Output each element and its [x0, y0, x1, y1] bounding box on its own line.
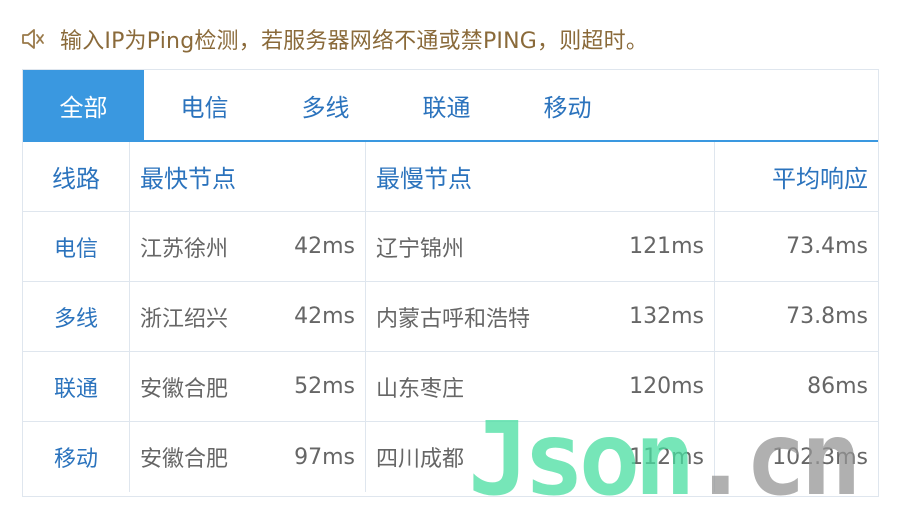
- line-name[interactable]: 联通: [23, 352, 130, 421]
- fastest-cell: 安徽合肥 52ms: [130, 352, 366, 421]
- fastest-node: 安徽合肥: [140, 376, 229, 402]
- fastest-ms: 52ms: [294, 374, 355, 399]
- table-row: 多线 浙江绍兴 42ms 内蒙古呼和浩特 132ms 73.8ms: [23, 282, 878, 352]
- line-name[interactable]: 移动: [23, 422, 130, 492]
- average-ms: 102.3ms: [772, 444, 868, 470]
- fastest-cell: 浙江绍兴 42ms: [130, 282, 366, 351]
- table-header: 线路 最快节点 最慢节点 平均响应: [23, 142, 878, 212]
- tab-telecom[interactable]: 电信: [144, 70, 265, 140]
- slowest-ms: 132ms: [629, 304, 704, 329]
- speaker-icon: [22, 29, 44, 49]
- tab-multiline[interactable]: 多线: [265, 70, 386, 140]
- fastest-ms: 42ms: [294, 234, 355, 259]
- line-tabs: 全部 电信 多线 联通 移动: [23, 70, 878, 142]
- average-ms: 86ms: [807, 374, 868, 399]
- slowest-ms: 121ms: [629, 234, 704, 259]
- fastest-node: 安徽合肥: [140, 447, 229, 472]
- average-ms: 73.4ms: [786, 234, 868, 259]
- ping-table: 线路 最快节点 最慢节点 平均响应 电信 江苏徐州 42ms 辽宁锦州 121m…: [23, 142, 878, 492]
- fastest-cell: 江苏徐州 42ms: [130, 212, 366, 281]
- tab-unicom[interactable]: 联通: [386, 70, 507, 140]
- fastest-ms: 42ms: [294, 304, 355, 329]
- fastest-node: 江苏徐州: [140, 236, 229, 262]
- slowest-ms: 120ms: [629, 374, 704, 399]
- table-row: 联通 安徽合肥 52ms 山东枣庄 120ms 86ms: [23, 352, 878, 422]
- slowest-cell: 山东枣庄 120ms: [366, 352, 715, 421]
- tab-all[interactable]: 全部: [23, 70, 144, 140]
- slowest-cell: 辽宁锦州 121ms: [366, 212, 715, 281]
- slowest-cell: 内蒙古呼和浩特 132ms: [366, 282, 715, 351]
- header-average: 平均响应: [772, 165, 868, 193]
- slowest-cell: 四川成都 112ms: [366, 422, 715, 492]
- header-fastest: 最快节点: [130, 142, 366, 211]
- ping-panel: 全部 电信 多线 联通 移动 线路 最快节点 最慢节点 平均响应 电信 江苏徐州…: [22, 69, 879, 497]
- slowest-node: 山东枣庄: [376, 376, 465, 402]
- fastest-node: 浙江绍兴: [140, 306, 229, 332]
- slowest-node: 内蒙古呼和浩特: [376, 306, 531, 332]
- header-slowest: 最慢节点: [366, 142, 715, 211]
- average-ms: 73.8ms: [786, 304, 868, 329]
- notice-text: 输入IP为Ping检测，若服务器网络不通或禁PING，则超时。: [60, 29, 649, 54]
- notice-bar: 输入IP为Ping检测，若服务器网络不通或禁PING，则超时。: [20, 22, 648, 56]
- line-name[interactable]: 多线: [23, 282, 130, 351]
- table-row: 移动 安徽合肥 97ms 四川成都 112ms 102.3ms: [23, 422, 878, 492]
- slowest-node: 四川成都: [376, 447, 465, 472]
- slowest-ms: 112ms: [629, 444, 704, 470]
- fastest-cell: 安徽合肥 97ms: [130, 422, 366, 492]
- line-name[interactable]: 电信: [23, 212, 130, 281]
- header-line: 线路: [23, 142, 130, 211]
- slowest-node: 辽宁锦州: [376, 236, 465, 262]
- table-row: 电信 江苏徐州 42ms 辽宁锦州 121ms 73.4ms: [23, 212, 878, 282]
- fastest-ms: 97ms: [294, 444, 355, 470]
- tab-mobile[interactable]: 移动: [507, 70, 628, 140]
